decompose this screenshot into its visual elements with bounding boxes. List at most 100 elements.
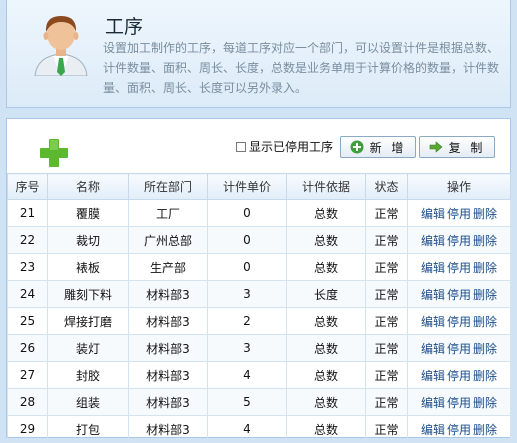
edit-link[interactable]: 编辑 <box>421 315 445 329</box>
cell-dept: 工厂 <box>128 199 208 227</box>
table-row: 21 覆膜 工厂 0 总数 正常 编辑 停用 删除 <box>7 199 511 227</box>
table-row: 22 裁切 广州总部 0 总数 正常 编辑 停用 删除 <box>7 226 511 254</box>
user-avatar-icon <box>34 16 88 76</box>
disable-link[interactable]: 停用 <box>447 261 471 275</box>
edit-link[interactable]: 编辑 <box>421 261 445 275</box>
cell-no: 29 <box>7 415 48 443</box>
cell-name: 雕刻下料 <box>47 280 129 308</box>
edit-link[interactable]: 编辑 <box>421 207 445 221</box>
cell-name: 装灯 <box>47 334 129 362</box>
table-header-row: 序号 名称 所在部门 计件单价 计件依据 状态 操作 <box>7 173 511 200</box>
toolbar: 显示已停用工序 新 增 复 制 <box>7 119 510 173</box>
disable-link[interactable]: 停用 <box>447 369 471 383</box>
column-header: 计件依据 <box>286 173 366 200</box>
column-header: 所在部门 <box>128 173 208 200</box>
cell-actions: 编辑 停用 删除 <box>407 388 511 416</box>
edit-link[interactable]: 编辑 <box>421 423 445 437</box>
copy-button[interactable]: 复 制 <box>419 136 495 158</box>
cell-no: 24 <box>7 280 48 308</box>
cell-price: 0 <box>207 226 287 254</box>
cell-status: 正常 <box>365 334 408 362</box>
disable-link[interactable]: 停用 <box>447 315 471 329</box>
column-header: 操作 <box>407 173 511 200</box>
cell-price: 0 <box>207 199 287 227</box>
cell-status: 正常 <box>365 280 408 308</box>
cell-no: 25 <box>7 307 48 335</box>
cell-no: 23 <box>7 253 48 281</box>
cell-actions: 编辑 停用 删除 <box>407 253 511 281</box>
cell-status: 正常 <box>365 226 408 254</box>
page-description: 设置加工制作的工序，每道工序对应一个部门，可以设置计件是根据总数、计件数量、面积… <box>103 41 500 95</box>
cell-status: 正常 <box>365 388 408 416</box>
edit-link[interactable]: 编辑 <box>421 288 445 302</box>
delete-link[interactable]: 删除 <box>473 261 497 275</box>
show-disabled-checkbox[interactable] <box>236 141 246 152</box>
cell-dept: 生产部 <box>128 253 208 281</box>
new-button-label: 新 增 <box>369 140 407 155</box>
disable-link[interactable]: 停用 <box>447 207 471 221</box>
cell-actions: 编辑 停用 删除 <box>407 415 511 443</box>
cell-actions: 编辑 停用 删除 <box>407 307 511 335</box>
cell-dept: 材料部3 <box>128 307 208 335</box>
column-header: 序号 <box>7 173 48 200</box>
process-panel: 显示已停用工序 新 增 复 制 序号 名称 所在部门 计件单价 计件依据 状态 … <box>6 118 511 443</box>
disable-link[interactable]: 停用 <box>447 234 471 248</box>
table-row: 25 焊接打磨 材料部3 2 总数 正常 编辑 停用 删除 <box>7 307 511 335</box>
cell-actions: 编辑 停用 删除 <box>407 280 511 308</box>
cell-name: 封胶 <box>47 361 129 389</box>
disable-link[interactable]: 停用 <box>447 423 471 437</box>
disable-link[interactable]: 停用 <box>447 342 471 356</box>
edit-link[interactable]: 编辑 <box>421 234 445 248</box>
cell-actions: 编辑 停用 删除 <box>407 334 511 362</box>
cell-basis: 总数 <box>286 415 366 443</box>
cell-name: 打包 <box>47 415 129 443</box>
cell-name: 覆膜 <box>47 199 129 227</box>
show-disabled-label: 显示已停用工序 <box>249 140 334 154</box>
column-header: 状态 <box>365 173 408 200</box>
cell-actions: 编辑 停用 删除 <box>407 361 511 389</box>
delete-link[interactable]: 删除 <box>473 342 497 356</box>
delete-link[interactable]: 删除 <box>473 207 497 221</box>
cell-status: 正常 <box>365 307 408 335</box>
cell-basis: 长度 <box>286 280 366 308</box>
cell-actions: 编辑 停用 删除 <box>407 199 511 227</box>
cell-status: 正常 <box>365 199 408 227</box>
show-disabled-toggle[interactable]: 显示已停用工序 <box>236 138 333 155</box>
delete-link[interactable]: 删除 <box>473 315 497 329</box>
edit-link[interactable]: 编辑 <box>421 396 445 410</box>
table-row: 23 裱板 生产部 0 总数 正常 编辑 停用 删除 <box>7 253 511 281</box>
plus-circle-icon <box>350 140 364 154</box>
delete-link[interactable]: 删除 <box>473 234 497 248</box>
table-row: 28 组装 材料部3 5 总数 正常 编辑 停用 删除 <box>7 388 511 416</box>
new-button[interactable]: 新 增 <box>340 136 416 158</box>
edit-link[interactable]: 编辑 <box>421 342 445 356</box>
cell-dept: 材料部3 <box>128 334 208 362</box>
process-table: 序号 名称 所在部门 计件单价 计件依据 状态 操作 21 覆膜 工厂 0 总数 正常 编辑… <box>7 173 511 443</box>
cell-dept: 材料部3 <box>128 361 208 389</box>
cell-basis: 总数 <box>286 199 366 227</box>
disable-link[interactable]: 停用 <box>447 288 471 302</box>
cell-dept: 广州总部 <box>128 226 208 254</box>
cell-basis: 总数 <box>286 388 366 416</box>
page-title: 工序 <box>105 16 144 38</box>
disable-link[interactable]: 停用 <box>447 396 471 410</box>
cell-price: 4 <box>207 415 287 443</box>
table-row: 26 装灯 材料部3 3 总数 正常 编辑 停用 删除 <box>7 334 511 362</box>
cell-basis: 总数 <box>286 307 366 335</box>
cell-basis: 总数 <box>286 334 366 362</box>
plus-icon[interactable] <box>39 138 69 168</box>
column-header: 计件单价 <box>207 173 287 200</box>
copy-button-label: 复 制 <box>448 140 486 155</box>
delete-link[interactable]: 删除 <box>473 396 497 410</box>
delete-link[interactable]: 删除 <box>473 369 497 383</box>
cell-dept: 材料部3 <box>128 280 208 308</box>
cell-name: 裁切 <box>47 226 129 254</box>
edit-link[interactable]: 编辑 <box>421 369 445 383</box>
cell-actions: 编辑 停用 删除 <box>407 226 511 254</box>
delete-link[interactable]: 删除 <box>473 288 497 302</box>
cell-basis: 总数 <box>286 253 366 281</box>
table-row: 29 打包 材料部3 4 总数 正常 编辑 停用 删除 <box>7 415 511 443</box>
table-row: 27 封胶 材料部3 4 总数 正常 编辑 停用 删除 <box>7 361 511 389</box>
delete-link[interactable]: 删除 <box>473 423 497 437</box>
cell-status: 正常 <box>365 253 408 281</box>
